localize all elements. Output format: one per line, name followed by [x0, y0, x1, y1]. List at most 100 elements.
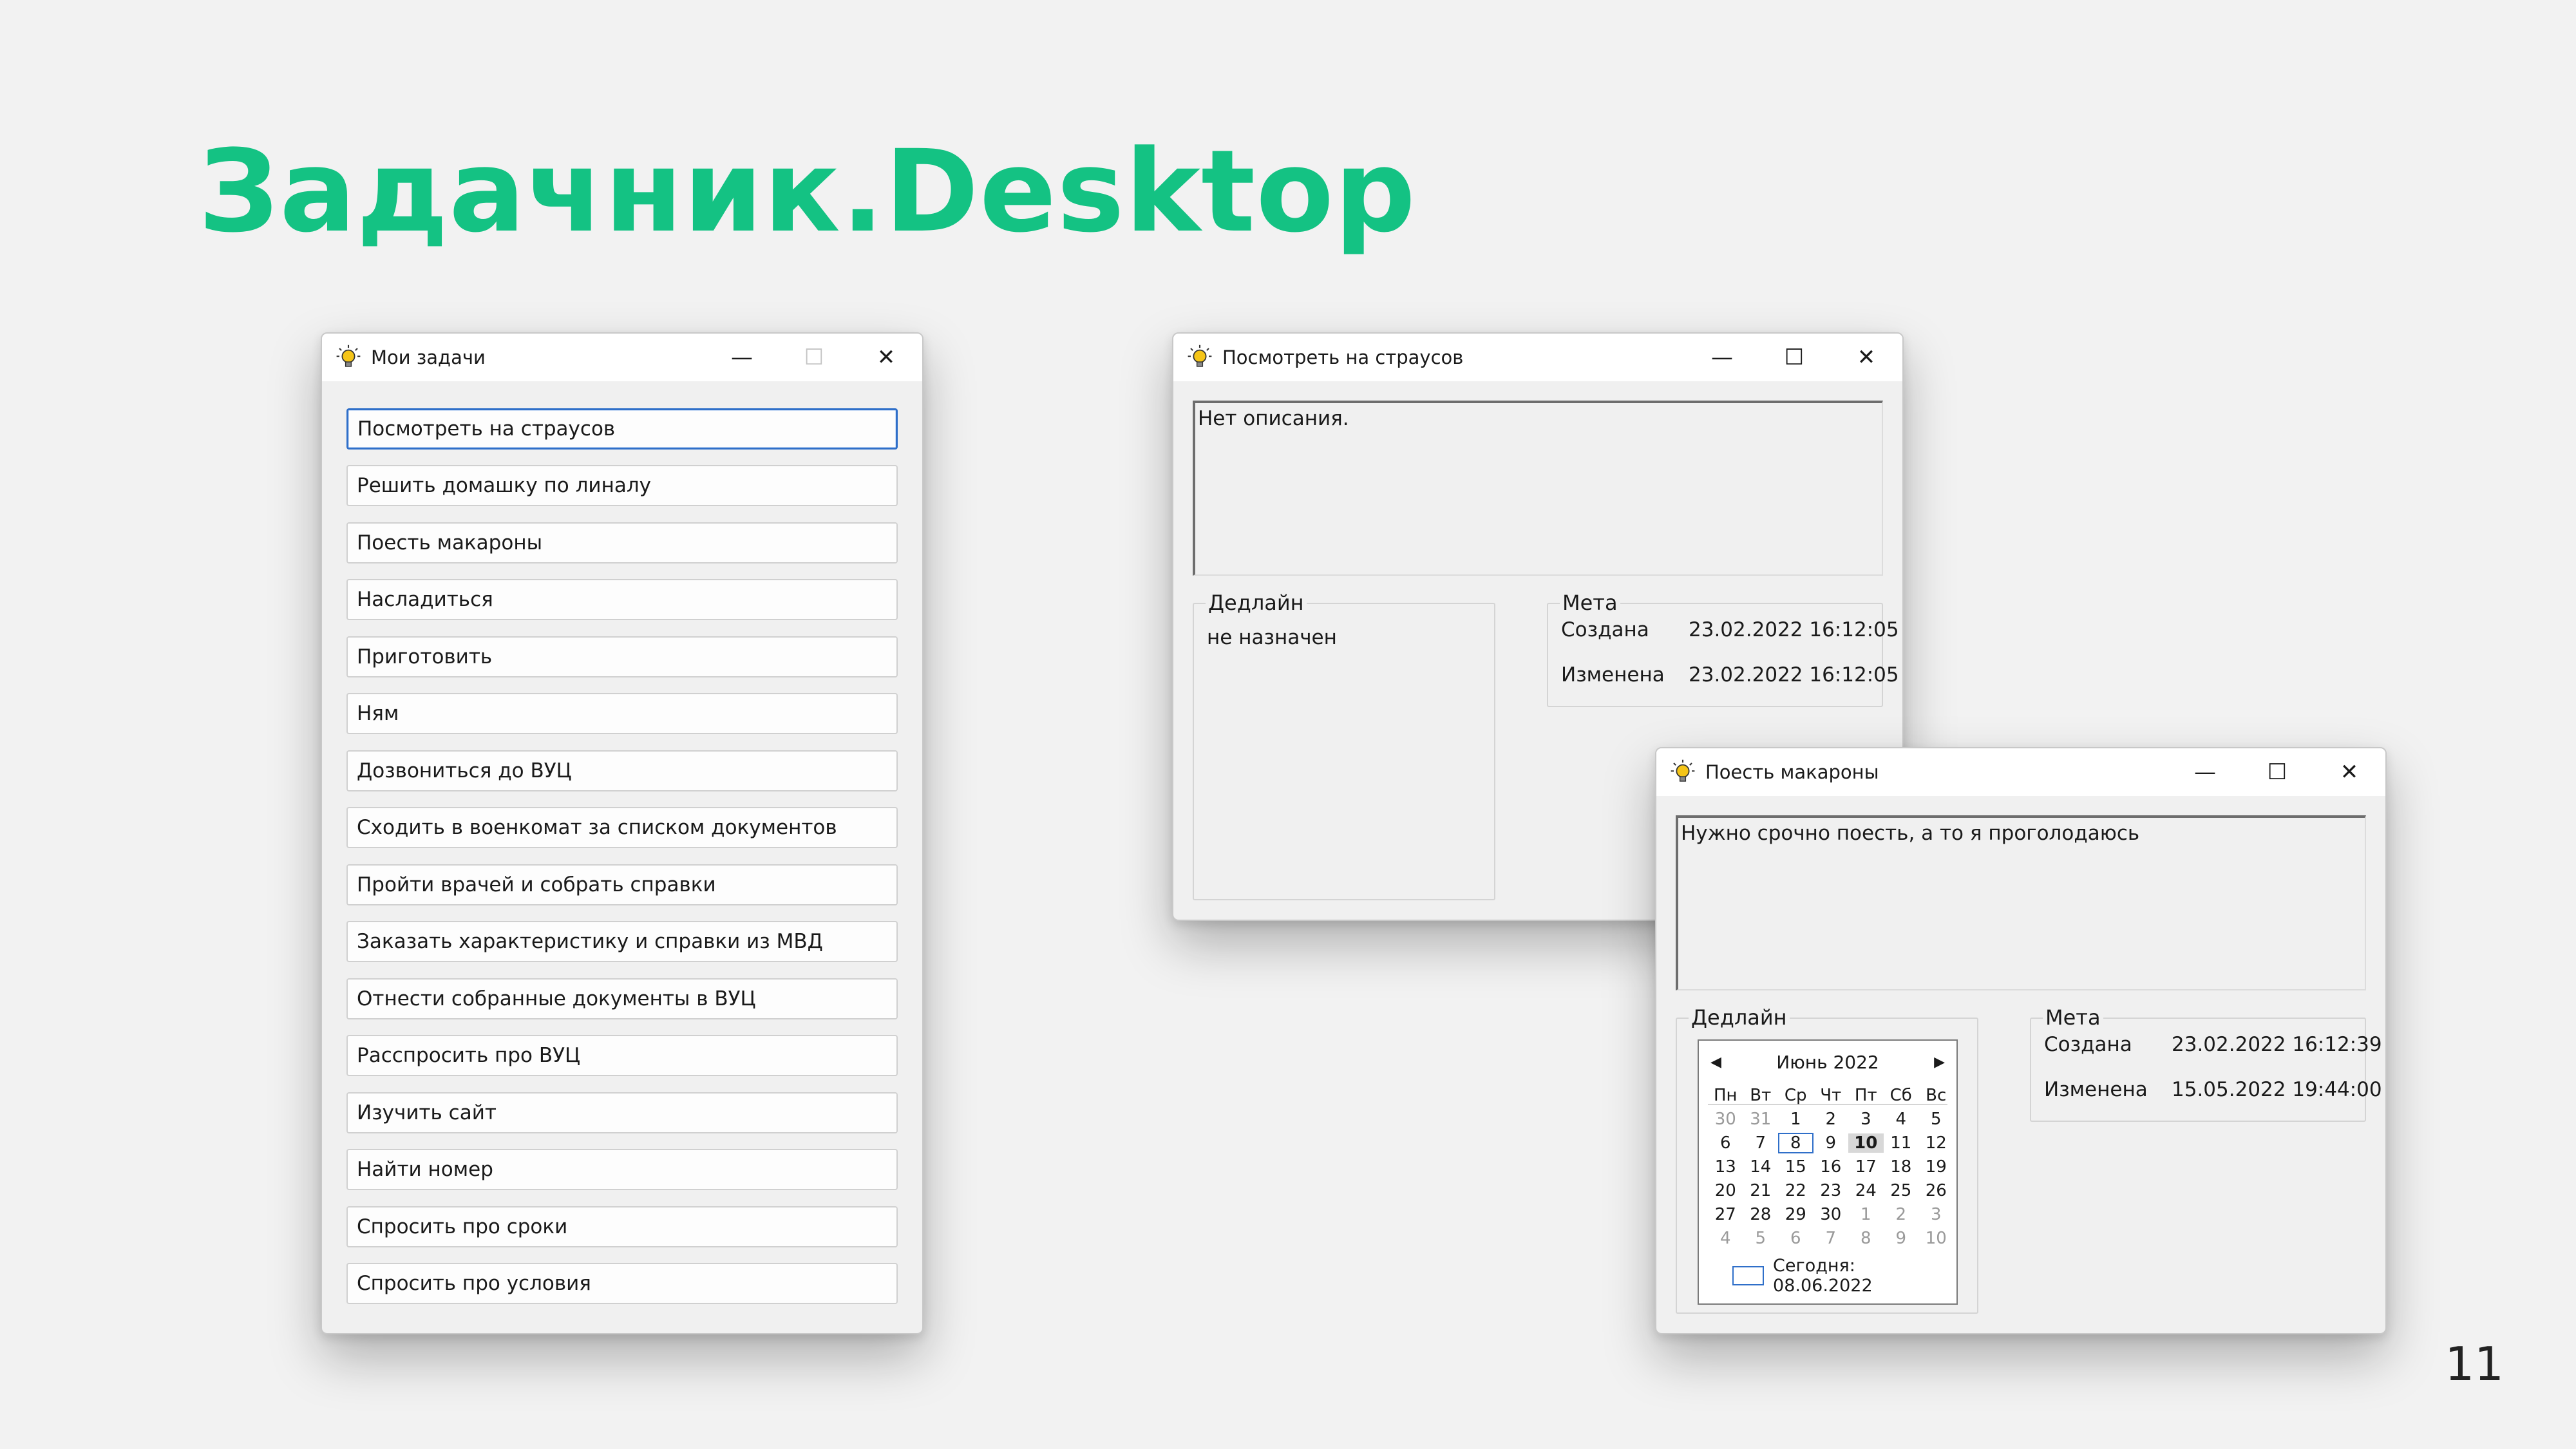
calendar-day[interactable]: 29 [1778, 1205, 1814, 1224]
next-month-button[interactable]: ▶ [1934, 1051, 1945, 1074]
minimize-button[interactable]: — [2169, 748, 2241, 796]
task-button[interactable]: Поесть макароны [346, 522, 898, 564]
calendar-day[interactable]: 11 [1884, 1133, 1919, 1153]
task-button[interactable]: Спросить про сроки [346, 1206, 898, 1247]
calendar-today-link[interactable]: Сегодня: 08.06.2022 [1732, 1256, 1956, 1296]
task-button[interactable]: Решить домашку по линалу [346, 465, 898, 506]
calendar-day[interactable]: 13 [1708, 1157, 1743, 1177]
task-button[interactable]: Заказать характеристику и справки из МВД [346, 921, 898, 962]
close-icon: ✕ [2340, 759, 2359, 785]
modified-label: Изменена [2044, 1078, 2148, 1101]
created-value: 23.02.2022 16:12:05 [1689, 618, 1899, 641]
calendar-day[interactable]: 15 [1778, 1157, 1814, 1177]
minimize-button[interactable]: — [706, 334, 778, 381]
task-button[interactable]: Дозвониться до ВУЦ [346, 750, 898, 791]
close-button[interactable]: ✕ [1830, 334, 1902, 381]
calendar-day[interactable]: 2 [1814, 1110, 1849, 1129]
calendar-day-highlighted[interactable]: 10 [1848, 1133, 1884, 1153]
calendar-day[interactable]: 17 [1848, 1157, 1884, 1177]
calendar-day[interactable]: 6 [1778, 1229, 1814, 1248]
calendar-day[interactable]: 20 [1708, 1181, 1743, 1200]
calendar-month[interactable]: Июнь 2022 [1699, 1051, 1956, 1074]
calendar-day[interactable]: 6 [1708, 1133, 1743, 1153]
calendar-day[interactable]: 28 [1743, 1205, 1779, 1224]
calendar-week: 6 7 8 9 10 11 12 [1708, 1131, 1954, 1155]
calendar-day[interactable]: 23 [1814, 1181, 1849, 1200]
modified-value: 15.05.2022 19:44:00 [2172, 1078, 2382, 1101]
calendar-day[interactable]: 25 [1884, 1181, 1919, 1200]
calendar-day[interactable]: 9 [1884, 1229, 1919, 1248]
task-button[interactable]: Найти номер [346, 1149, 898, 1190]
calendar-today-label: Сегодня: 08.06.2022 [1773, 1256, 1873, 1296]
task-button[interactable]: Пройти врачей и собрать справки [346, 864, 898, 905]
deadline-label: Дедлайн [1206, 591, 1307, 614]
calendar-day-selected[interactable]: 8 [1778, 1132, 1814, 1153]
calendar-day[interactable]: 18 [1884, 1157, 1919, 1177]
calendar-day[interactable]: 8 [1848, 1229, 1884, 1248]
calendar-day[interactable]: 4 [1708, 1229, 1743, 1248]
maximize-button[interactable]: ☐ [1758, 334, 1830, 381]
calendar-day[interactable]: 3 [1848, 1110, 1884, 1129]
weekday-label: Пн [1713, 1085, 1738, 1105]
lightbulb-icon [1671, 759, 1695, 782]
calendar-day[interactable]: 14 [1743, 1157, 1779, 1177]
calendar-day[interactable]: 4 [1884, 1110, 1919, 1129]
calendar-day[interactable]: 24 [1848, 1181, 1884, 1200]
description-field[interactable]: Нет описания. [1193, 401, 1883, 576]
window-title: Мои задачи [371, 346, 486, 368]
task-button[interactable]: Спросить про условия [346, 1263, 898, 1304]
weekday-label: Вс [1926, 1085, 1947, 1105]
calendar-day[interactable]: 5 [1743, 1229, 1779, 1248]
calendar-week: 20 21 22 23 24 25 26 [1708, 1179, 1954, 1202]
slide-title: Задачник.Desktop [198, 126, 1417, 258]
titlebar[interactable]: Посмотреть на страусов — ☐ ✕ [1173, 334, 1902, 381]
close-button[interactable]: ✕ [2313, 748, 2385, 796]
titlebar[interactable]: Поесть макароны — ☐ ✕ [1656, 748, 2385, 796]
calendar-day[interactable]: 30 [1814, 1205, 1849, 1224]
maximize-button[interactable]: ☐ [2241, 748, 2313, 796]
calendar-week: 13 14 15 16 17 18 19 [1708, 1155, 1954, 1179]
calendar-day[interactable]: 30 [1708, 1110, 1743, 1129]
created-value: 23.02.2022 16:12:39 [2172, 1033, 2382, 1056]
minimize-icon: — [731, 345, 753, 370]
calendar-day[interactable]: 3 [1918, 1205, 1954, 1224]
titlebar[interactable]: Мои задачи — ☐ ✕ [322, 334, 922, 381]
created-label: Создана [2044, 1033, 2132, 1056]
calendar-day[interactable]: 5 [1918, 1110, 1954, 1129]
task-button[interactable]: Отнести собранные документы в ВУЦ [346, 978, 898, 1019]
deadline-calendar[interactable]: ◀ Июнь 2022 ▶ Пн Вт Ср Чт Пт Сб Вс 30 31 [1698, 1039, 1958, 1305]
calendar-day[interactable]: 27 [1708, 1205, 1743, 1224]
calendar-day[interactable]: 16 [1814, 1157, 1849, 1177]
task-button[interactable]: Приготовить [346, 636, 898, 677]
calendar-day[interactable]: 2 [1884, 1205, 1919, 1224]
calendar-day[interactable]: 26 [1918, 1181, 1954, 1200]
calendar-day[interactable]: 7 [1814, 1229, 1849, 1248]
calendar-day[interactable]: 31 [1743, 1110, 1779, 1129]
task-button[interactable]: Ням [346, 693, 898, 734]
calendar-day[interactable]: 21 [1743, 1181, 1779, 1200]
calendar-day[interactable]: 12 [1918, 1133, 1954, 1153]
minimize-button[interactable]: — [1686, 334, 1758, 381]
close-button[interactable]: ✕ [850, 334, 922, 381]
task-button[interactable]: Расспросить про ВУЦ [346, 1035, 898, 1076]
calendar-day[interactable]: 7 [1743, 1133, 1779, 1153]
today-marker-icon [1732, 1266, 1765, 1285]
task-button[interactable]: Изучить сайт [346, 1092, 898, 1133]
weekday-label: Ср [1784, 1085, 1807, 1105]
description-field[interactable]: Нужно срочно поесть, а то я проголодаюсь [1676, 815, 2366, 990]
calendar-day[interactable]: 9 [1814, 1133, 1849, 1153]
task-button[interactable]: Посмотреть на страусов [346, 408, 898, 450]
calendar-day[interactable]: 1 [1848, 1205, 1884, 1224]
close-icon: ✕ [876, 345, 896, 370]
meta-label: Мета [1560, 591, 1620, 614]
task-button[interactable]: Насладиться [346, 579, 898, 620]
task-button[interactable]: Сходить в военкомат за списком документо… [346, 807, 898, 848]
calendar-day[interactable]: 1 [1778, 1110, 1814, 1129]
task-list-window: Мои задачи — ☐ ✕ Посмотреть на страусов … [321, 332, 923, 1334]
calendar-day[interactable]: 10 [1918, 1229, 1954, 1248]
lightbulb-icon [1188, 345, 1212, 367]
close-icon: ✕ [1857, 345, 1876, 370]
calendar-day[interactable]: 22 [1778, 1181, 1814, 1200]
calendar-day[interactable]: 19 [1918, 1157, 1954, 1177]
calendar-week: 27 28 29 30 1 2 3 [1708, 1202, 1954, 1226]
